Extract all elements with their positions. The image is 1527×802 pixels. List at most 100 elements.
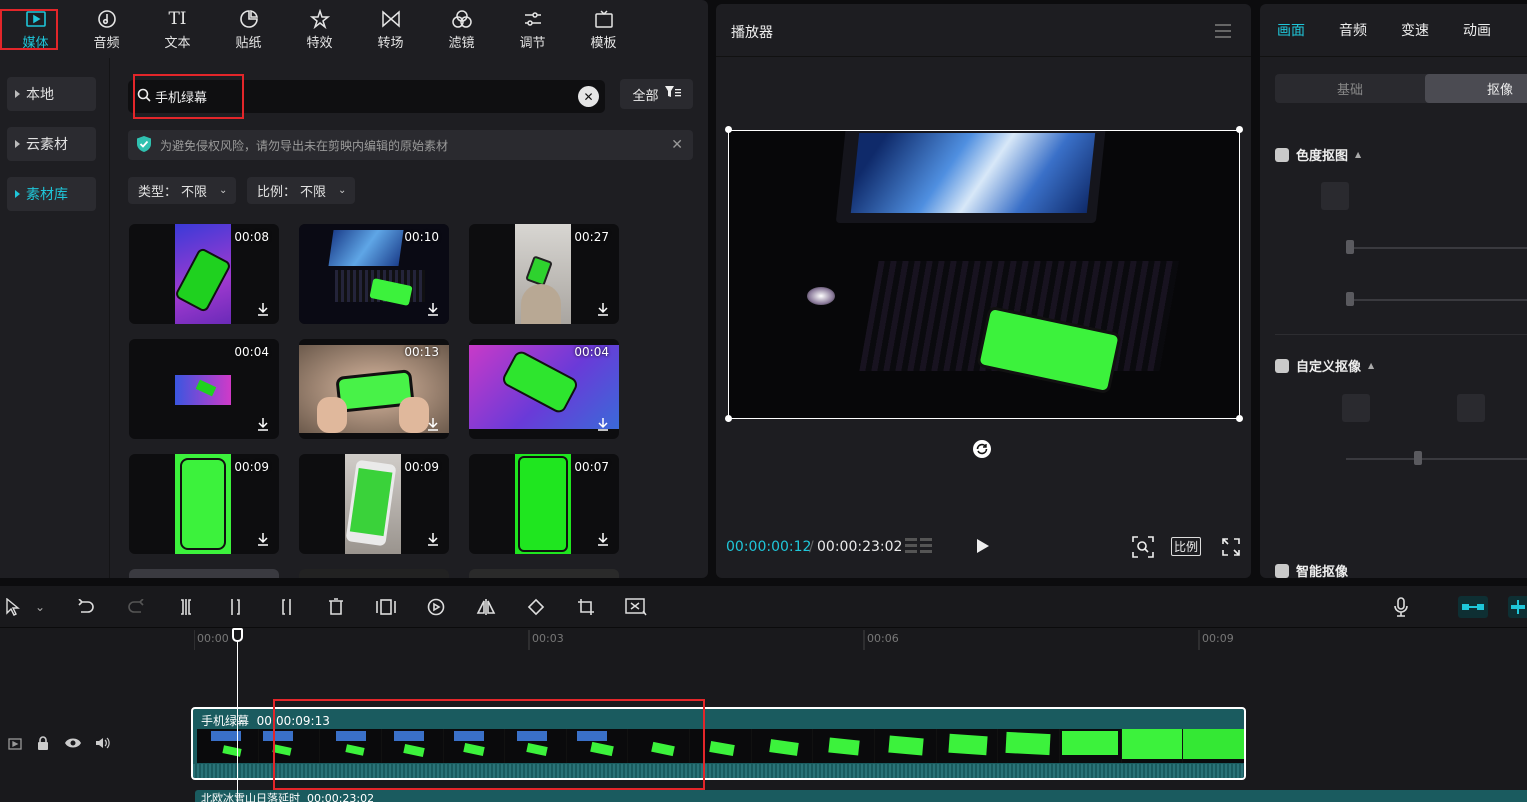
custom-key-section[interactable]: 自定义抠像 ▲ [1275,356,1374,375]
delete-icon[interactable] [325,596,347,618]
clear-search-icon[interactable]: ✕ [578,86,599,107]
crop-icon[interactable] [575,596,597,618]
rotate-clip-icon[interactable] [525,596,547,618]
speaker-icon[interactable] [95,737,111,753]
tool-filter[interactable]: 滤镜 [426,0,497,58]
chevron-down-icon[interactable]: ⌄ [29,596,51,618]
custom-key-checkbox[interactable] [1275,358,1289,373]
resize-handle[interactable] [1236,415,1243,422]
thumbnail [345,454,401,554]
chroma-key-checkbox[interactable] [1275,147,1289,162]
ratio-button[interactable]: 比例 [1171,537,1202,556]
cover-icon[interactable] [8,738,22,754]
slider-knob[interactable] [1414,451,1422,465]
trim-left-icon[interactable] [225,596,247,618]
playhead-line[interactable] [237,628,238,802]
sidebar-item-library[interactable]: 素材库 [7,177,96,211]
clip-filmstrip [197,729,1244,763]
tool-media[interactable]: 媒体 [0,0,71,58]
media-card[interactable]: 00:27 [469,224,619,324]
undo-icon[interactable] [75,596,97,618]
speed-play-icon[interactable] [425,596,447,618]
media-card[interactable]: 00:07 [469,454,619,554]
subtab-keying[interactable]: 抠像 [1425,74,1527,103]
zoom-fit-icon[interactable] [1132,536,1154,562]
tool-audio[interactable]: 音频 [71,0,142,58]
download-icon[interactable] [425,531,441,547]
tab-speed[interactable]: 变速 [1384,4,1446,56]
film-frame [1059,729,1122,763]
subtab-basic[interactable]: 基础 [1275,74,1425,103]
download-icon[interactable] [425,416,441,432]
cursor-icon[interactable] [2,596,24,618]
slider-knob[interactable] [1346,240,1354,254]
ratio-dropdown[interactable]: 比例： 不限 ⌄ [247,177,355,204]
resize-handle[interactable] [1236,126,1243,133]
slider-knob[interactable] [1346,292,1354,306]
grid-list-icon[interactable] [905,536,933,560]
media-card[interactable] [129,569,279,578]
microphone-icon[interactable] [1390,596,1412,618]
mirror-icon[interactable] [475,596,497,618]
split-icon[interactable] [175,596,197,618]
sidebar-item-local[interactable]: 本地 [7,77,96,111]
tool-template[interactable]: 模板 [568,0,639,58]
brush-button[interactable] [1342,394,1370,422]
preview-axis-icon[interactable] [1508,596,1527,618]
sidebar-item-cloud[interactable]: 云素材 [7,127,96,161]
media-card[interactable] [299,569,449,578]
media-card[interactable]: 00:10 [299,224,449,324]
filter-all-button[interactable]: 全部 [620,79,693,109]
search-input[interactable] [155,89,555,104]
download-icon[interactable] [425,301,441,317]
rotate-icon[interactable] [972,439,992,463]
tab-audio[interactable]: 音频 [1322,4,1384,56]
tool-text[interactable]: TI 文本 [142,0,213,58]
playhead-handle[interactable] [232,628,243,642]
caret-up-icon: ▲ [1355,150,1362,159]
smart-cutout-icon[interactable] [625,596,647,618]
resize-handle[interactable] [725,415,732,422]
trim-right-icon[interactable] [275,596,297,618]
media-card[interactable]: 00:04 [469,339,619,439]
video-canvas[interactable] [728,130,1240,419]
play-icon[interactable] [976,538,990,558]
eye-icon[interactable] [65,737,81,753]
lock-icon[interactable] [37,736,49,754]
tab-picture[interactable]: 画面 [1260,4,1322,56]
media-card[interactable]: 00:09 [129,454,279,554]
download-icon[interactable] [255,416,271,432]
download-icon[interactable] [595,301,611,317]
download-icon[interactable] [255,301,271,317]
freeze-frame-icon[interactable] [375,596,397,618]
smart-key-checkbox[interactable] [1275,563,1289,578]
type-dropdown[interactable]: 类型： 不限 ⌄ [128,177,236,204]
resize-handle[interactable] [725,126,732,133]
video-clip[interactable]: 手机绿幕 00:00:09:13 [191,707,1246,780]
time-ruler[interactable]: 00:00 00:03 00:06 00:09 [194,630,1527,652]
tool-adjust[interactable]: 调节 [497,0,568,58]
media-card[interactable]: 00:04 [129,339,279,439]
close-notice-icon[interactable]: ✕ [671,137,683,153]
audio-clip[interactable]: 北欧冰雪山日落延时 00:00:23:02 [195,790,1527,802]
smart-key-section[interactable]: 智能抠像 [1275,561,1348,578]
tool-transition[interactable]: 转场 [355,0,426,58]
media-card[interactable]: 00:13 [299,339,449,439]
magnet-link-icon[interactable] [1458,596,1488,618]
tool-effects[interactable]: 特效 [284,0,355,58]
media-card[interactable]: 00:08 [129,224,279,324]
download-icon[interactable] [255,531,271,547]
media-card[interactable] [469,569,619,578]
download-icon[interactable] [595,531,611,547]
media-card[interactable]: 00:09 [299,454,449,554]
slider-track [1346,247,1527,249]
menu-icon[interactable] [1215,24,1231,42]
fullscreen-icon[interactable] [1222,538,1240,560]
film-frame [875,729,937,763]
color-picker-button[interactable] [1321,182,1349,210]
tool-sticker[interactable]: 贴纸 [213,0,284,58]
tab-animation[interactable]: 动画 [1446,4,1508,56]
chroma-key-section[interactable]: 色度抠图 ▲ [1275,145,1361,164]
eraser-button[interactable] [1457,394,1485,422]
download-icon[interactable] [595,416,611,432]
